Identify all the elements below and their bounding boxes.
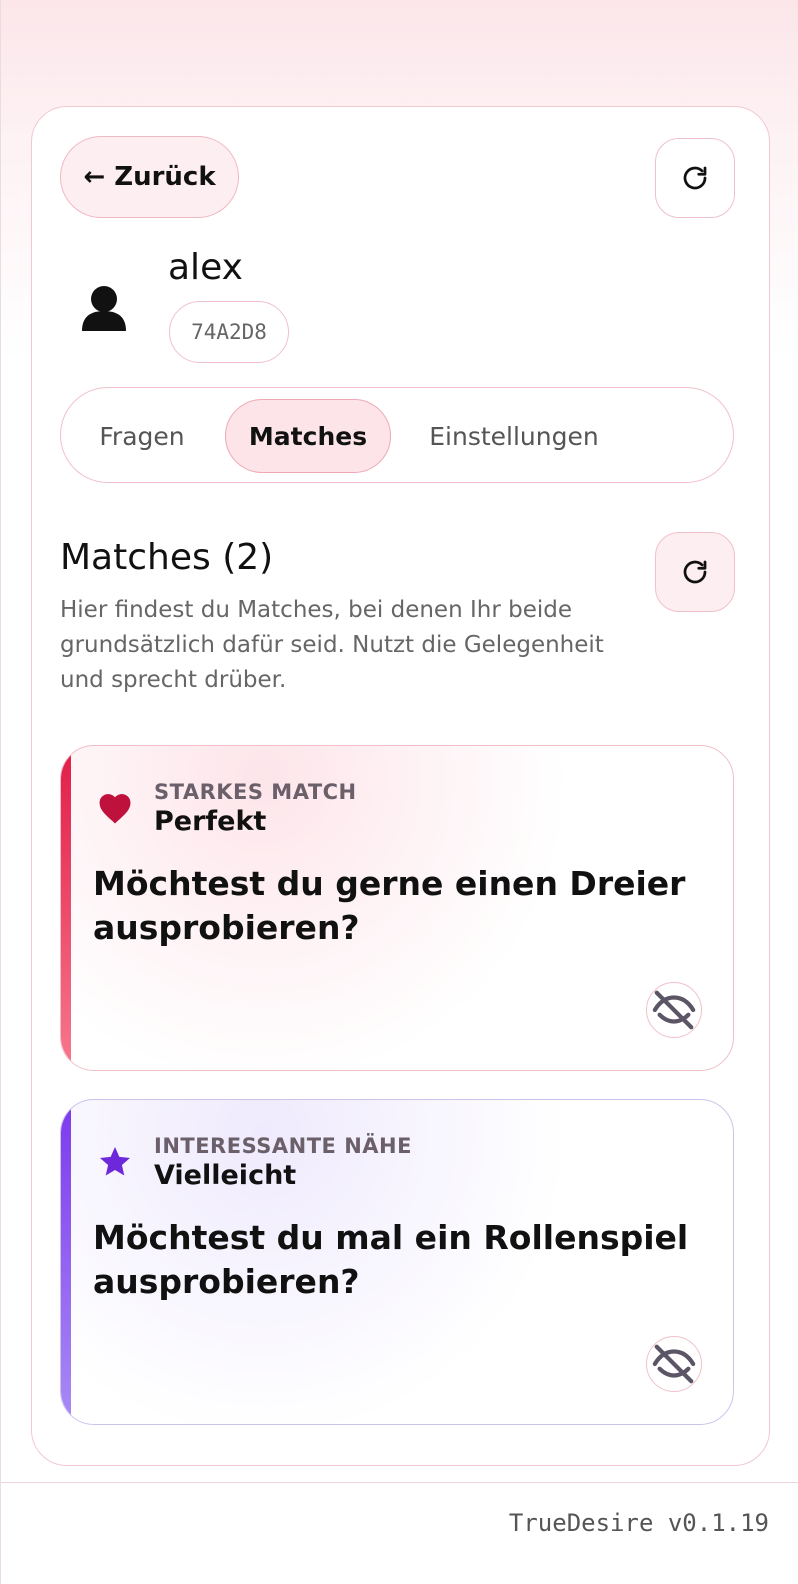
match-card[interactable]: INTERESSANTE NÄHE Vielleicht Möchtest du…	[60, 1099, 734, 1425]
main-card: ← Zurück alex 74A2D8 Fragen Matches Eins…	[31, 106, 770, 1466]
app-version: TrueDesire v0.1.19	[508, 1509, 769, 1537]
section-description: Hier findest du Matches, bei denen Ihr b…	[60, 597, 604, 693]
match-kind: STARKES MATCH	[154, 780, 357, 804]
star-icon	[93, 1140, 137, 1184]
hide-match-button[interactable]	[646, 982, 702, 1038]
match-accent-bar	[61, 1100, 71, 1424]
tab-fragen[interactable]: Fragen	[79, 399, 205, 473]
tab-matches[interactable]: Matches	[225, 399, 391, 473]
refresh-icon	[683, 560, 707, 584]
eye-off-icon	[652, 1344, 696, 1384]
refresh-button[interactable]	[655, 138, 735, 218]
footer: TrueDesire v0.1.19	[1, 1482, 798, 1584]
refresh-matches-button[interactable]	[655, 532, 735, 612]
refresh-icon	[683, 166, 707, 190]
tab-einstellungen[interactable]: Einstellungen	[411, 399, 617, 473]
heart-icon	[93, 786, 137, 830]
match-question: Möchtest du gerne einen Dreier ausprobie…	[93, 864, 686, 947]
match-kind: INTERESSANTE NÄHE	[154, 1134, 412, 1158]
back-button[interactable]: ← Zurück	[60, 136, 239, 218]
hide-match-button[interactable]	[646, 1336, 702, 1392]
match-level: Vielleicht	[154, 1160, 297, 1191]
match-accent-bar	[61, 746, 71, 1070]
page-title: Matches (2)	[60, 537, 274, 578]
match-card[interactable]: STARKES MATCH Perfekt Möchtest du gerne …	[60, 745, 734, 1071]
match-level: Perfekt	[154, 806, 267, 837]
match-question: Möchtest du mal ein Rollenspiel ausprobi…	[93, 1218, 689, 1301]
tab-bar: Fragen Matches Einstellungen	[60, 387, 734, 483]
username: alex	[168, 247, 243, 288]
user-icon	[76, 281, 132, 337]
user-code-badge[interactable]: 74A2D8	[169, 301, 289, 363]
eye-off-icon	[652, 990, 696, 1030]
